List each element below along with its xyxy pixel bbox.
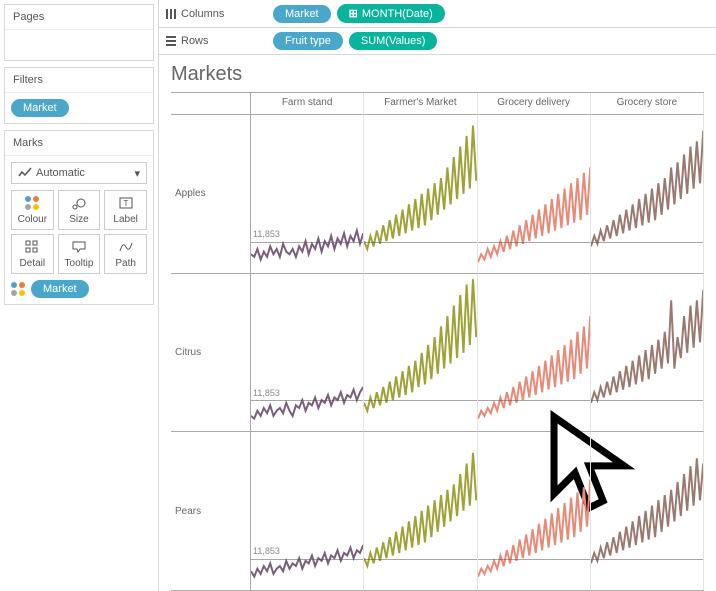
pages-card: Pages (4, 4, 154, 61)
automatic-icon (18, 166, 32, 180)
chart-cell[interactable] (591, 274, 704, 433)
sparkline (251, 274, 363, 432)
filters-title: Filters (5, 68, 153, 93)
plus-icon: ⊞ (349, 7, 358, 20)
chart-cell[interactable] (364, 115, 477, 274)
ref-line-label: 11,853 (253, 546, 280, 556)
columns-pill-month-date[interactable]: ⊞MONTH(Date) (337, 4, 445, 23)
chevron-down-icon: ▾ (134, 167, 140, 180)
svg-text:T: T (123, 199, 128, 208)
chart-cell[interactable] (364, 274, 477, 433)
detail-button[interactable]: Detail (11, 234, 54, 274)
marks-title: Marks (5, 131, 153, 156)
sparkline (478, 432, 590, 590)
detail-icon (24, 239, 40, 255)
path-icon (118, 239, 134, 255)
path-button[interactable]: Path (104, 234, 147, 274)
row-header: Citrus (171, 274, 251, 433)
colour-button[interactable]: Colour (11, 190, 54, 230)
col-header: Farm stand (251, 93, 364, 115)
colour-icon (11, 282, 25, 296)
colour-icon (24, 195, 40, 211)
reference-line (364, 559, 476, 560)
size-icon (71, 195, 87, 211)
label-icon: T (118, 195, 134, 211)
row-header: Pears (171, 432, 251, 591)
sparkline (591, 274, 703, 432)
sparkline (251, 432, 363, 590)
chart-grid: Farm standFarmer's MarketGrocery deliver… (171, 92, 704, 591)
rows-icon (165, 35, 177, 47)
reference-line (591, 400, 703, 401)
chart-cell[interactable] (478, 115, 591, 274)
rows-shelf[interactable]: Rows Fruit type SUM(Values) (159, 28, 716, 54)
columns-label: Columns (181, 8, 224, 20)
reference-line (478, 242, 590, 243)
sparkline (364, 432, 476, 590)
reference-line (364, 242, 476, 243)
chart-cell[interactable]: 11,853 (251, 432, 364, 591)
marks-type-label: Automatic (36, 167, 85, 179)
sparkline (478, 274, 590, 432)
reference-line (251, 559, 363, 560)
reference-line (364, 400, 476, 401)
reference-line (591, 559, 703, 560)
sparkline (364, 274, 476, 432)
chart-cell[interactable] (364, 432, 477, 591)
marks-type-select[interactable]: Automatic ▾ (11, 162, 147, 184)
tooltip-icon (71, 239, 87, 255)
chart-cell[interactable] (591, 432, 704, 591)
marks-card: Marks Automatic ▾ Colour (4, 130, 154, 305)
label-button[interactable]: T Label (104, 190, 147, 230)
columns-pill-market[interactable]: Market (273, 5, 331, 23)
chart-cell[interactable] (478, 274, 591, 433)
reference-line (251, 400, 363, 401)
col-header: Grocery delivery (478, 93, 591, 115)
colour-encoding-row[interactable]: Market (11, 280, 147, 298)
encoding-pill-market[interactable]: Market (31, 280, 89, 298)
chart-cell[interactable] (478, 432, 591, 591)
size-button[interactable]: Size (58, 190, 101, 230)
row-header: Apples (171, 115, 251, 274)
chart-cell[interactable] (591, 115, 704, 274)
tooltip-button[interactable]: Tooltip (58, 234, 101, 274)
sparkline (591, 432, 703, 590)
rows-label: Rows (181, 35, 209, 47)
filters-card: Filters Market (4, 67, 154, 124)
reference-line (478, 559, 590, 560)
rows-pill-sum-values[interactable]: SUM(Values) (349, 32, 438, 50)
viz-title: Markets (171, 63, 704, 86)
reference-line (478, 400, 590, 401)
rows-pill-fruit-type[interactable]: Fruit type (273, 32, 343, 50)
filter-pill-market[interactable]: Market (11, 99, 69, 117)
sparkline (478, 115, 590, 273)
columns-icon (165, 8, 177, 20)
sparkline (251, 115, 363, 273)
sparkline (591, 115, 703, 273)
grid-corner (171, 93, 251, 115)
col-header: Farmer's Market (364, 93, 477, 115)
columns-shelf[interactable]: Columns Market ⊞MONTH(Date) (159, 0, 716, 28)
reference-line (591, 242, 703, 243)
chart-cell[interactable]: 11,853 (251, 115, 364, 274)
col-header: Grocery store (591, 93, 704, 115)
chart-cell[interactable]: 11,853 (251, 274, 364, 433)
sparkline (364, 115, 476, 273)
reference-line (251, 242, 363, 243)
ref-line-label: 11,853 (253, 388, 280, 398)
pages-title: Pages (5, 5, 153, 30)
ref-line-label: 11,853 (253, 229, 280, 239)
